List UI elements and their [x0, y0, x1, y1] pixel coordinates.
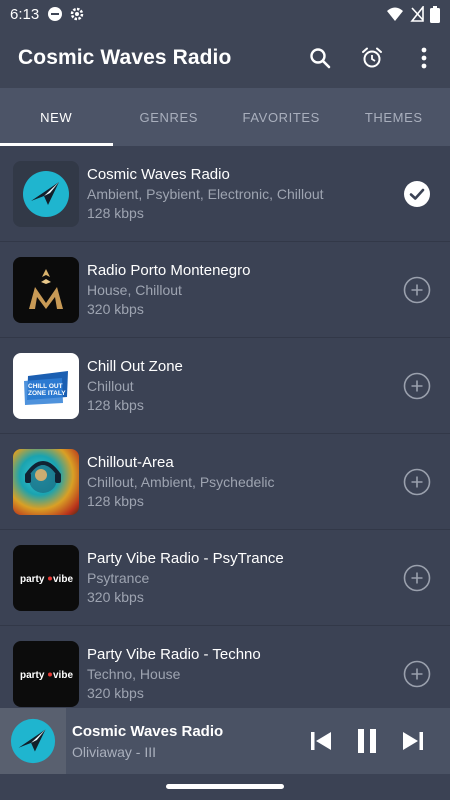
player-artwork [0, 708, 66, 774]
app-bar: Cosmic Waves Radio [0, 28, 450, 88]
skip-previous-icon [311, 732, 331, 750]
check-circle-icon[interactable] [403, 180, 431, 208]
pause-button[interactable] [344, 718, 390, 764]
station-bitrate: 128 kbps [87, 397, 144, 413]
tab-favorites[interactable]: FAVORITES [225, 88, 338, 146]
station-row[interactable]: party vibe Party Vibe Radio - Techno Tech… [0, 626, 450, 708]
battery-icon [430, 5, 440, 23]
station-name: Chill Out Zone [87, 358, 183, 375]
search-button[interactable] [294, 34, 346, 82]
tab-themes[interactable]: THEMES [338, 88, 450, 146]
home-gesture-handle[interactable] [166, 784, 284, 789]
tab-genres[interactable]: GENRES [113, 88, 226, 146]
tab-new[interactable]: NEW [0, 88, 113, 146]
add-circle-icon[interactable] [403, 660, 431, 688]
station-name: Radio Porto Montenegro [87, 262, 251, 279]
station-bitrate: 320 kbps [87, 301, 144, 317]
svg-text:party: party [20, 670, 45, 681]
player-track-name: Oliviaway - III [72, 743, 157, 760]
station-name: Party Vibe Radio - Techno [87, 646, 261, 663]
station-row[interactable]: Radio Porto Montenegro House, Chillout 3… [0, 242, 450, 338]
more-vert-icon [421, 47, 427, 69]
player-station-name: Cosmic Waves Radio [72, 722, 224, 740]
chill-out-zone-logo-text: CHILL OUT [28, 383, 63, 390]
app-title: Cosmic Waves Radio [18, 46, 232, 69]
cosmic-waves-logo [13, 160, 79, 227]
party-vibe-logo: party vibe [13, 640, 79, 707]
station-genres: House, Chillout [87, 282, 182, 298]
station-genres: Chillout, Ambient, Psychedelic [87, 474, 275, 490]
do-not-disturb-icon [48, 7, 63, 21]
station-bitrate: 320 kbps [87, 589, 144, 605]
station-genres: Techno, House [87, 666, 181, 682]
pause-icon [358, 729, 376, 753]
add-circle-icon[interactable] [403, 372, 431, 400]
station-row[interactable]: Cosmic Waves Radio Ambient, Psybient, El… [0, 146, 450, 242]
station-genres: Psytrance [87, 570, 150, 586]
status-time: 6:13 [10, 5, 40, 23]
station-row[interactable]: party vibe Party Vibe Radio - PsyTrance P… [0, 530, 450, 626]
mini-player[interactable]: Cosmic Waves Radio Oliviaway - III [0, 708, 450, 774]
station-name: Chillout-Area [87, 454, 174, 471]
station-bitrate: 320 kbps [87, 685, 144, 701]
chillout-area-logo [13, 448, 79, 515]
tab-bar: NEW GENRES FAVORITES THEMES [0, 88, 450, 146]
skip-next-icon [403, 732, 423, 750]
alarm-icon [362, 47, 382, 68]
station-row[interactable]: CHILL OUT ZONE ITALY Chill Out Zone Chil… [0, 338, 450, 434]
station-bitrate: 128 kbps [87, 205, 144, 221]
status-bar: 6:13 [0, 0, 450, 28]
search-icon [310, 48, 331, 69]
settings-gear-icon [70, 7, 84, 21]
station-name: Cosmic Waves Radio [87, 166, 230, 183]
chill-out-zone-logo: CHILL OUT ZONE ITALY [13, 352, 79, 419]
alarm-button[interactable] [346, 34, 398, 82]
station-row[interactable]: Chillout-Area Chillout, Ambient, Psyched… [0, 434, 450, 530]
more-options-button[interactable] [398, 34, 450, 82]
add-circle-icon[interactable] [403, 276, 431, 304]
station-name: Party Vibe Radio - PsyTrance [87, 550, 284, 567]
svg-text:party: party [20, 574, 45, 585]
svg-text:ZONE ITALY: ZONE ITALY [28, 390, 66, 397]
add-circle-icon[interactable] [403, 468, 431, 496]
skip-next-button[interactable] [390, 718, 436, 764]
party-vibe-logo: party vibe [13, 544, 79, 611]
station-genres: Chillout [87, 378, 134, 394]
station-bitrate: 128 kbps [87, 493, 144, 509]
wifi-icon [387, 7, 403, 21]
system-nav-bar [0, 774, 450, 800]
add-circle-icon[interactable] [403, 564, 431, 592]
porto-montenegro-logo [13, 256, 79, 323]
svg-text:vibe: vibe [53, 574, 73, 585]
no-sim-icon [410, 6, 424, 22]
station-list[interactable]: Cosmic Waves Radio Ambient, Psybient, El… [0, 146, 450, 708]
station-genres: Ambient, Psybient, Electronic, Chillout [87, 186, 324, 202]
svg-text:vibe: vibe [53, 670, 73, 681]
skip-previous-button[interactable] [298, 718, 344, 764]
